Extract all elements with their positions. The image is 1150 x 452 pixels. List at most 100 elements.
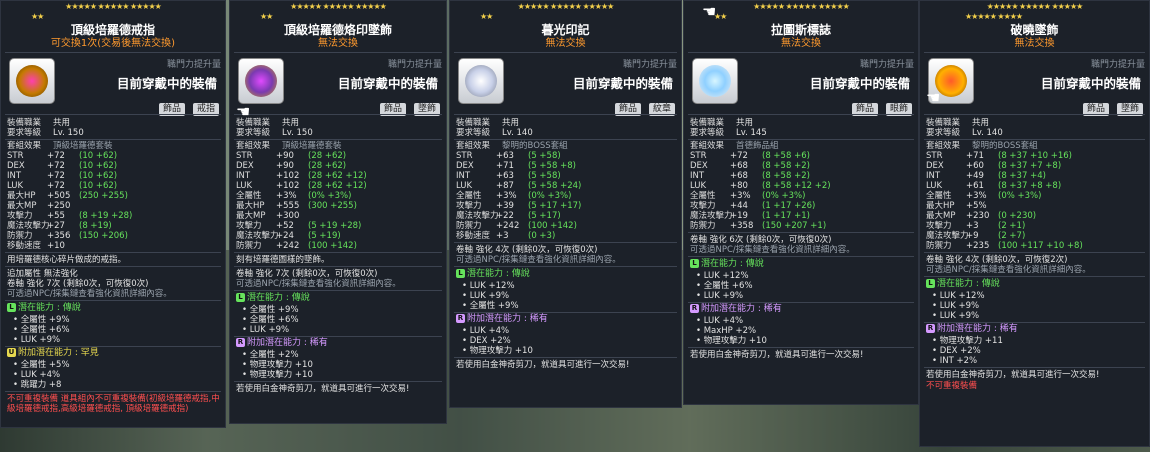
stat-breakdown: (1 +17 +26): [762, 201, 816, 211]
stat-row: 魔法攻擊力+27 (8 +19): [7, 221, 112, 231]
divider: [234, 290, 442, 291]
stat-total: +19: [730, 211, 748, 221]
divider: [454, 52, 677, 53]
upgrade-info: 卷軸 強化 7次 (剩餘0次，可恢復0次): [236, 269, 378, 279]
potential-line: • LUK +12%: [932, 291, 985, 301]
stat-name: 防禦力: [690, 221, 716, 231]
set-row-value: 頂級培羅德套裝: [282, 141, 342, 151]
stat-name: 全屬性: [236, 191, 262, 201]
potential-title: L 潛在能力 : 傳說: [690, 259, 764, 270]
divider: [688, 139, 914, 140]
set-row: 套組效果 頂級培羅德套裝: [236, 141, 342, 151]
upgrade-info: 卷軸 強化 4次 (剩餘0次，可恢復2次): [926, 255, 1068, 265]
stat-name: LUK: [236, 181, 253, 191]
potential-line: • 全屬性 +6%: [13, 325, 70, 335]
job-row-label: 裝備職業: [690, 118, 725, 128]
additional-potential-title: R 附加潛在能力 : 稀有: [236, 338, 328, 349]
equipped-label: 目前穿戴中的裝備: [337, 76, 438, 91]
stat-breakdown: (5 +19): [308, 231, 341, 241]
divider: [924, 139, 1145, 140]
star-force-row: ★★★★★ ★★★★★ ★★★★★: [986, 2, 1084, 11]
stat-row: 攻擊力 +3 (2 +1): [926, 221, 1025, 231]
divider: [688, 114, 914, 115]
stat-breakdown: (5 +58 +8): [528, 161, 576, 171]
star-force-row-2: ★★: [480, 12, 493, 21]
stat-total: +3: [966, 221, 979, 231]
potential-line: • LUK +9%: [696, 291, 744, 301]
hand-cursor-icon: ☚: [236, 102, 251, 121]
divider: [234, 52, 442, 53]
item-icon: [9, 58, 55, 104]
stat-breakdown: (8 +37 +8 +8): [998, 181, 1062, 191]
hand-cursor-icon: ☚: [926, 88, 941, 107]
stat-total: +9: [966, 231, 979, 241]
stat-total: +5%: [966, 201, 987, 211]
divider: [924, 252, 1145, 253]
additional-potential-title-text: 附加潛在能力 : 罕見: [18, 348, 99, 358]
upgrade-info: 卷軸 強化 7次 (剩餘0次，可恢復0次): [7, 279, 149, 289]
stat-name: DEX: [690, 161, 708, 171]
stat-total: +300: [276, 211, 300, 221]
stat-total: +3%: [730, 191, 751, 201]
additional-potential-line: • 物理攻擊力 +10: [242, 370, 313, 380]
stat-total: +39: [496, 201, 514, 211]
divider: [688, 52, 914, 53]
additional-potential-line: • DEX +2%: [932, 346, 981, 356]
stat-name: 防禦力: [926, 241, 952, 251]
divider: [688, 232, 914, 233]
stat-row: 攻擊力 +44 (1 +17 +26): [690, 201, 815, 211]
set-row: 套組效果 黎明的BOSS套組: [456, 141, 568, 151]
upgrade-hint: 可透過NPC/採集鏈查看強化資訊詳細內容。: [7, 289, 172, 299]
stat-breakdown: (0% +3%): [308, 191, 352, 201]
stat-breakdown: (28 +62): [308, 161, 347, 171]
stat-breakdown: (5 +17 +17): [528, 201, 582, 211]
job-row-value: 共用: [282, 118, 300, 128]
stat-row: STR +72 (10 +62): [7, 151, 117, 161]
divider: [234, 266, 442, 267]
job-row-value: 共用: [972, 118, 990, 128]
footer-note: 若使用白金神奇剪刀，就道具可進行一次交易!: [236, 384, 410, 394]
divider: [5, 391, 221, 392]
stat-row: LUK +61 (8 +37 +8 +8): [926, 181, 1061, 191]
stat-name: LUK: [926, 181, 943, 191]
stat-name: INT: [926, 171, 941, 181]
stat-breakdown: (5 +58): [528, 151, 561, 161]
equipped-label: 目前穿戴中的裝備: [572, 76, 673, 91]
job-row-value: 共用: [53, 118, 71, 128]
stat-breakdown: (5 +58 +24): [528, 181, 582, 191]
stat-name: 全屬性: [690, 191, 716, 201]
trade-status: 可交換1次(交易後無法交換): [50, 38, 176, 49]
additional-potential-line: • LUK +4%: [462, 326, 510, 336]
stat-total: +61: [966, 181, 984, 191]
stat-row: 最大MP +230 (0 +230): [926, 211, 1036, 221]
divider: [5, 114, 221, 115]
stat-total: +102: [276, 171, 300, 181]
stat-breakdown: (0 +3): [528, 231, 556, 241]
stat-name: DEX: [236, 161, 254, 171]
set-row-label: 套組效果: [7, 141, 42, 151]
additional-potential-title: R 附加潛在能力 : 稀有: [926, 324, 1018, 335]
stat-breakdown: (28 +62 +12): [308, 171, 367, 181]
equipped-label: 目前穿戴中的裝備: [116, 76, 217, 91]
stat-row: 全屬性 +3% (0% +3%): [926, 191, 1041, 201]
footer-note-2: 不可重複裝備: [926, 381, 978, 391]
stat-total: +55: [47, 211, 65, 221]
job-row-value: 共用: [502, 118, 520, 128]
stat-name: 攻擊力: [456, 201, 482, 211]
stat-breakdown: (8 +19): [79, 221, 112, 231]
divider: [924, 276, 1145, 277]
trade-status: 無法交換: [781, 38, 821, 49]
stat-name: STR: [456, 151, 473, 161]
item-gem-icon: [465, 65, 497, 97]
stat-row: 防禦力 +242 (100 +142): [456, 221, 577, 231]
stat-breakdown: (100 +142): [308, 241, 357, 251]
item-title: 暮光印記: [541, 23, 590, 37]
set-row-value: 首德飾品組: [736, 141, 779, 151]
stat-name: DEX: [7, 161, 25, 171]
stat-name: 防禦力: [236, 241, 262, 251]
trade-status: 無法交換: [1014, 38, 1055, 49]
divider: [5, 346, 221, 347]
stat-name: 全屬性: [926, 191, 952, 201]
stat-total: +3%: [496, 191, 517, 201]
divider: [454, 357, 677, 358]
